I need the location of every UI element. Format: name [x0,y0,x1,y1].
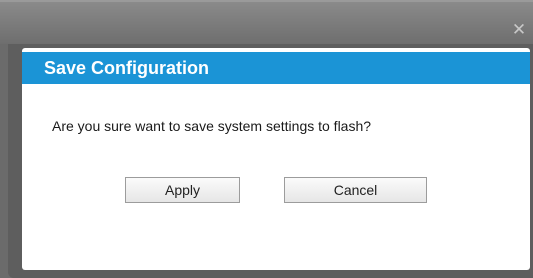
dialog-title: Save Configuration [44,58,210,78]
window-titlebar: ✕ [0,0,533,44]
confirmation-message: Are you sure want to save system setting… [52,118,372,134]
apply-button[interactable]: Apply [125,177,240,203]
save-configuration-dialog: Save Configuration Are you sure want to … [22,48,530,270]
cancel-button[interactable]: Cancel [284,177,427,203]
dialog-header: Save Configuration [22,52,530,84]
close-icon[interactable]: ✕ [511,21,527,38]
